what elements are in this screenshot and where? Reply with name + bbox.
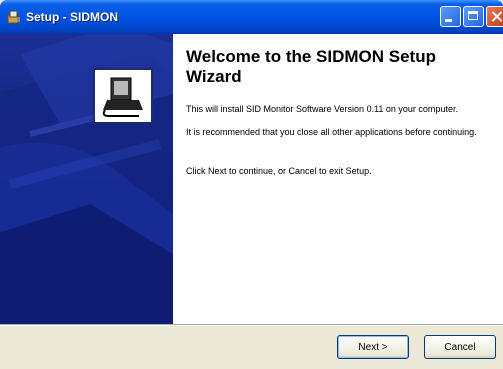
cancel-button[interactable]: Cancel bbox=[424, 335, 496, 359]
divider bbox=[0, 324, 503, 326]
close-button[interactable] bbox=[486, 6, 503, 27]
computer-disk-icon bbox=[93, 68, 153, 124]
install-info-text: This will install SID Monitor Software V… bbox=[186, 104, 458, 114]
window-title: Setup - SIDMON bbox=[26, 10, 118, 24]
continue-instructions-text: Click Next to continue, or Cancel to exi… bbox=[186, 166, 372, 176]
maximize-button[interactable] bbox=[463, 6, 484, 27]
setup-installer-icon bbox=[6, 9, 22, 25]
title-bar[interactable]: Setup - SIDMON bbox=[0, 0, 503, 34]
close-apps-text: It is recommended that you close all oth… bbox=[186, 127, 477, 137]
page-title: Welcome to the SIDMON Setup Wizard bbox=[186, 47, 436, 86]
next-button[interactable]: Next > bbox=[337, 335, 409, 359]
setup-window: Setup - SIDMON Welcome to the SIDMON Set… bbox=[0, 0, 503, 369]
minimize-button[interactable] bbox=[440, 6, 461, 27]
